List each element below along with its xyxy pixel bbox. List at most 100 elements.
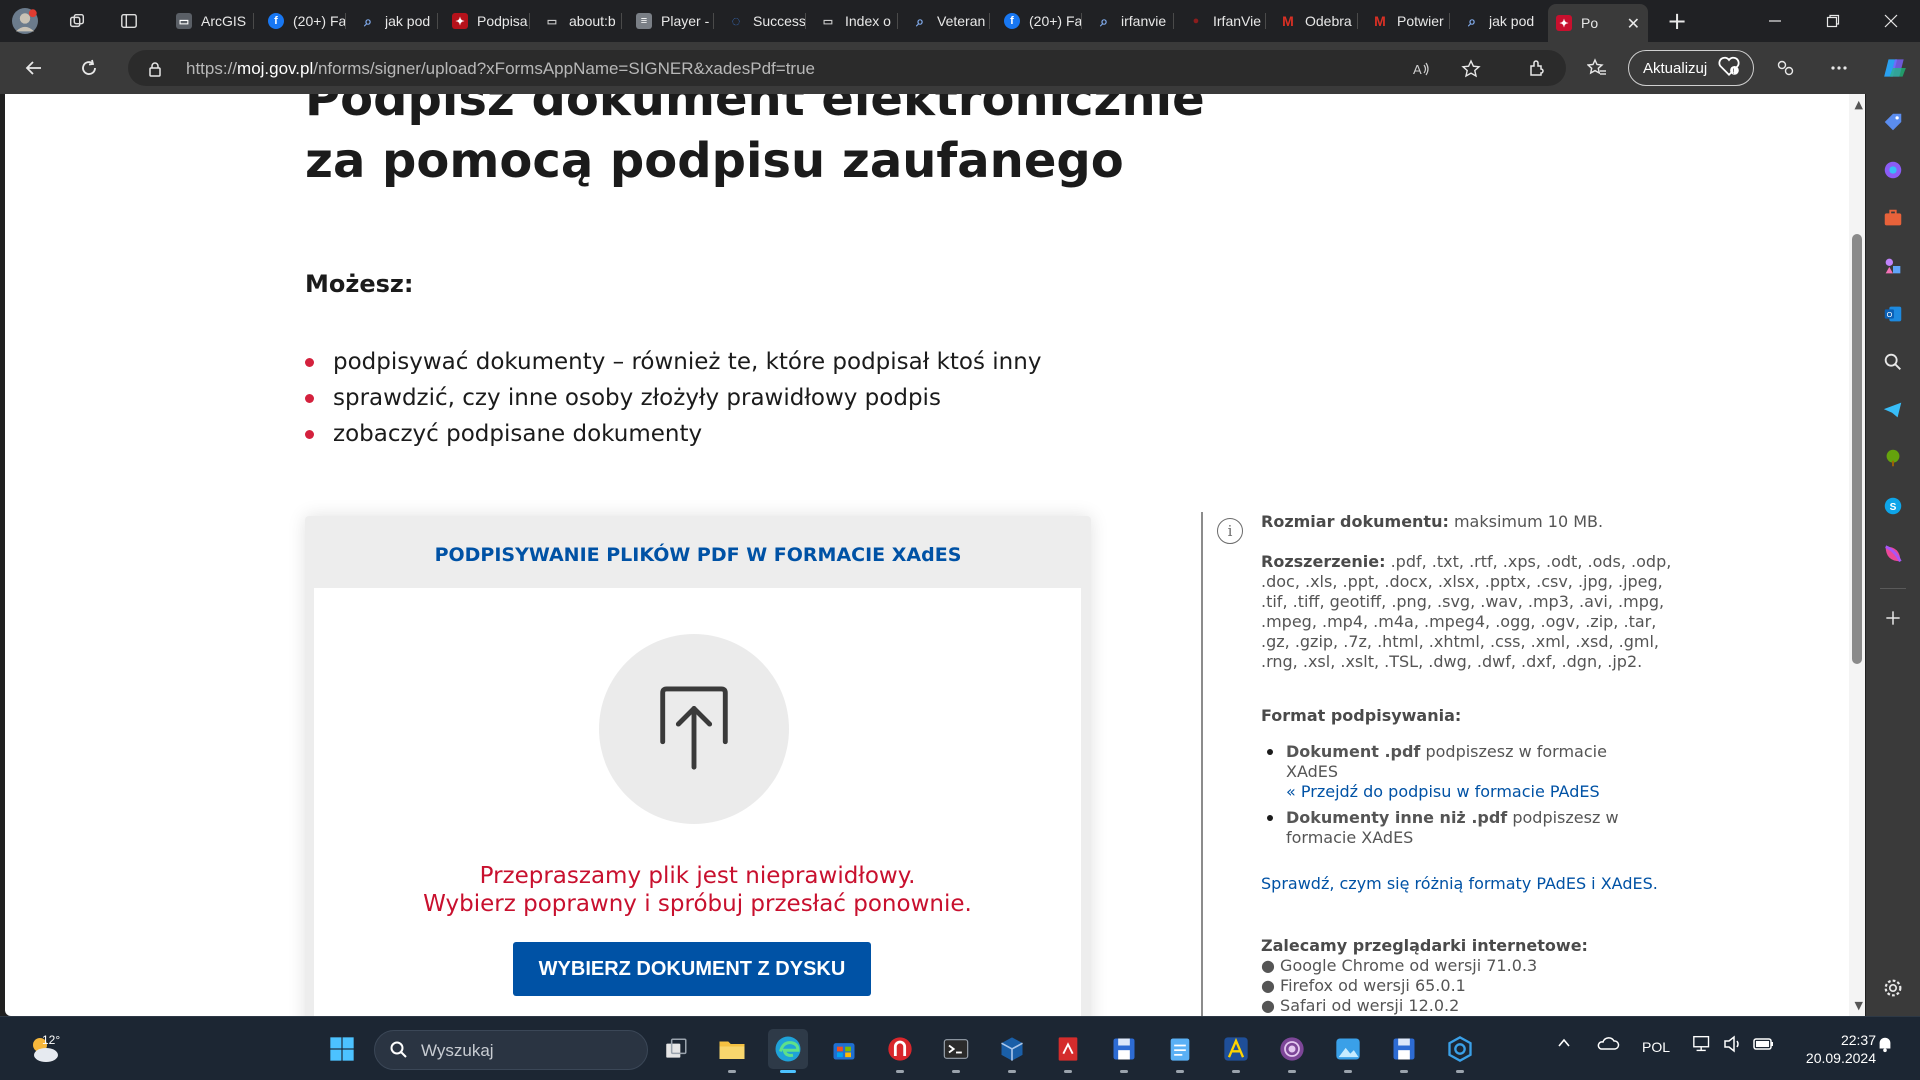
tab[interactable]: ✦ Podpisa (444, 4, 530, 38)
page-title-line2: za pomocą podpisu zaufanego (305, 133, 1124, 189)
profile-avatar[interactable] (8, 5, 42, 37)
tab[interactable]: ⌕ jak pod (1456, 4, 1542, 38)
copilot-share-icon[interactable] (1768, 51, 1802, 85)
shopping-tag-icon[interactable] (1879, 108, 1907, 136)
page-scrollbar[interactable]: ▲ ▼ (1849, 94, 1865, 1016)
tools-briefcase-icon[interactable] (1879, 204, 1907, 232)
app-icon-blue-a[interactable] (1216, 1029, 1256, 1073)
svg-text:!: ! (1733, 67, 1735, 76)
upload-card-title: PODPISYWANIE PLIKÓW PDF W FORMACIE XAdES (434, 544, 962, 566)
pdf-reader-icon[interactable] (1048, 1029, 1088, 1073)
update-browser-button[interactable]: Aktualizuj ! (1628, 50, 1754, 86)
tab[interactable]: ⌕ irfanvie (1088, 4, 1174, 38)
tor-browser-icon[interactable] (1272, 1029, 1312, 1073)
system-clock[interactable]: 22:37 20.09.2024 (1806, 1031, 1876, 1067)
tab[interactable]: ⌕ jak pod (352, 4, 438, 38)
minimize-button[interactable] (1746, 0, 1804, 42)
notification-bell-icon[interactable] (1876, 1035, 1894, 1056)
copilot-icon[interactable] (1878, 51, 1912, 85)
photos-icon[interactable] (1328, 1029, 1368, 1073)
refresh-button[interactable] (72, 51, 106, 85)
tab[interactable]: ● IrfanVie (1180, 4, 1266, 38)
list-item: podpisywać dokumenty – również te, które… (305, 344, 1041, 380)
task-view-icon[interactable] (656, 1029, 696, 1069)
pades-link[interactable]: « Przejdź do podpisu w formacie PAdES (1286, 782, 1600, 801)
address-bar[interactable]: https://moj.gov.pl/nforms/signer/upload?… (128, 50, 1566, 86)
close-window-button[interactable] (1862, 0, 1920, 42)
sidebar-settings-gear-icon[interactable] (1879, 974, 1907, 1002)
tab[interactable]: ▭ ArcGIS (168, 4, 254, 38)
scroll-up-arrow-icon[interactable]: ▲ (1855, 98, 1863, 111)
workspaces-icon[interactable] (60, 5, 94, 37)
network-icon[interactable] (1692, 1034, 1714, 1057)
read-aloud-icon[interactable]: A (1410, 58, 1432, 80)
back-button[interactable] (17, 51, 51, 85)
tab[interactable]: ⌕ Veteran (904, 4, 990, 38)
url-path: /nforms/signer/upload?xFormsAppName=SIGN… (313, 59, 815, 78)
extensions-icon[interactable] (1520, 51, 1554, 85)
designer-icon[interactable] (1879, 540, 1907, 568)
more-options-icon[interactable] (1822, 51, 1856, 85)
file-explorer-icon[interactable] (712, 1029, 752, 1073)
language-indicator[interactable]: POL (1642, 1039, 1670, 1055)
format-list-other: Dokumenty inne niż .pdf podpiszesz w for… (1261, 808, 1661, 848)
app-icon-hex[interactable] (1440, 1029, 1480, 1073)
windows-start-icon[interactable] (322, 1029, 362, 1069)
telegram-icon[interactable] (1879, 396, 1907, 424)
battery-icon[interactable] (1752, 1034, 1776, 1057)
tab-title: (20+) Fa (1029, 13, 1082, 29)
save-disk-icon[interactable] (1104, 1029, 1144, 1073)
favorite-star-icon[interactable] (1460, 58, 1482, 80)
search-icon (389, 1040, 409, 1064)
games-icon[interactable] (1879, 252, 1907, 280)
tab[interactable]: f (20+) Fa (260, 4, 346, 38)
volume-speaker-icon[interactable] (1722, 1034, 1744, 1057)
tab[interactable]: f (20+) Fa (996, 4, 1082, 38)
terminal-icon[interactable] (936, 1029, 976, 1073)
upload-dropzone[interactable]: Przepraszamy plik jest nieprawidłowy. Wy… (314, 588, 1081, 1016)
tab-active[interactable]: ✦ Po ✕ (1548, 4, 1648, 42)
scroll-down-arrow-icon[interactable]: ▼ (1855, 999, 1863, 1012)
microsoft-store-icon[interactable] (824, 1029, 864, 1069)
copilot-sidebar-icon[interactable] (1879, 156, 1907, 184)
format-label: Format podpisywania: (1261, 706, 1462, 725)
tab[interactable]: M Odebra (1272, 4, 1358, 38)
upload-icon[interactable] (599, 634, 789, 824)
show-hidden-icons-chevron-up-icon[interactable] (1556, 1035, 1572, 1054)
app-icon-red[interactable] (880, 1029, 920, 1073)
onedrive-cloud-icon[interactable] (1596, 1035, 1620, 1054)
scroll-thumb[interactable] (1852, 234, 1862, 664)
clock-time: 22:37 (1840, 1032, 1876, 1048)
add-sidebar-app-icon[interactable] (1879, 604, 1907, 632)
tab[interactable]: ◌ Success (720, 4, 806, 38)
tab[interactable]: ▭ about:b (536, 4, 622, 38)
save-disk-2-icon[interactable] (1384, 1029, 1424, 1073)
new-tab-button[interactable]: + (1660, 5, 1694, 37)
taskbar-search[interactable]: Wyszukaj (374, 1030, 648, 1070)
choose-document-button[interactable]: WYBIERZ DOKUMENT Z DYSKU (513, 942, 871, 996)
edge-browser-icon[interactable] (768, 1029, 808, 1073)
search-sidebar-icon[interactable] (1879, 348, 1907, 376)
tab[interactable]: ▭ Index o (812, 4, 898, 38)
tree-icon[interactable] (1879, 444, 1907, 472)
restore-button[interactable] (1804, 0, 1862, 42)
formats-difference-link[interactable]: Sprawdź, czym się różnią formaty PAdES i… (1261, 874, 1681, 894)
outlook-icon[interactable]: O (1879, 300, 1907, 328)
notepad-icon[interactable] (1160, 1029, 1200, 1073)
error-message-line2: Wybierz poprawny i spróbuj przesłać pono… (423, 891, 972, 917)
favorites-icon[interactable] (1580, 51, 1614, 85)
can-label: Możesz: (305, 270, 414, 298)
svg-text:A: A (1413, 62, 1422, 77)
tab[interactable]: M Potwier (1364, 4, 1450, 38)
facebook-icon: f (268, 13, 284, 29)
skype-icon[interactable]: S (1879, 492, 1907, 520)
close-tab-icon[interactable]: ✕ (1627, 14, 1640, 33)
tab[interactable]: ≡ Player - (628, 4, 714, 38)
search-icon: ⌕ (1468, 12, 1476, 29)
extensions-info: Rozszerzenie: .pdf, .txt, .rtf, .xps, .o… (1261, 552, 1672, 671)
gov-emblem-icon: ✦ (452, 13, 468, 29)
virtualbox-icon[interactable] (992, 1029, 1032, 1073)
url-text[interactable]: https://moj.gov.pl/nforms/signer/upload?… (186, 59, 815, 79)
tab-actions-icon[interactable] (112, 5, 146, 37)
lock-icon[interactable] (144, 58, 166, 80)
